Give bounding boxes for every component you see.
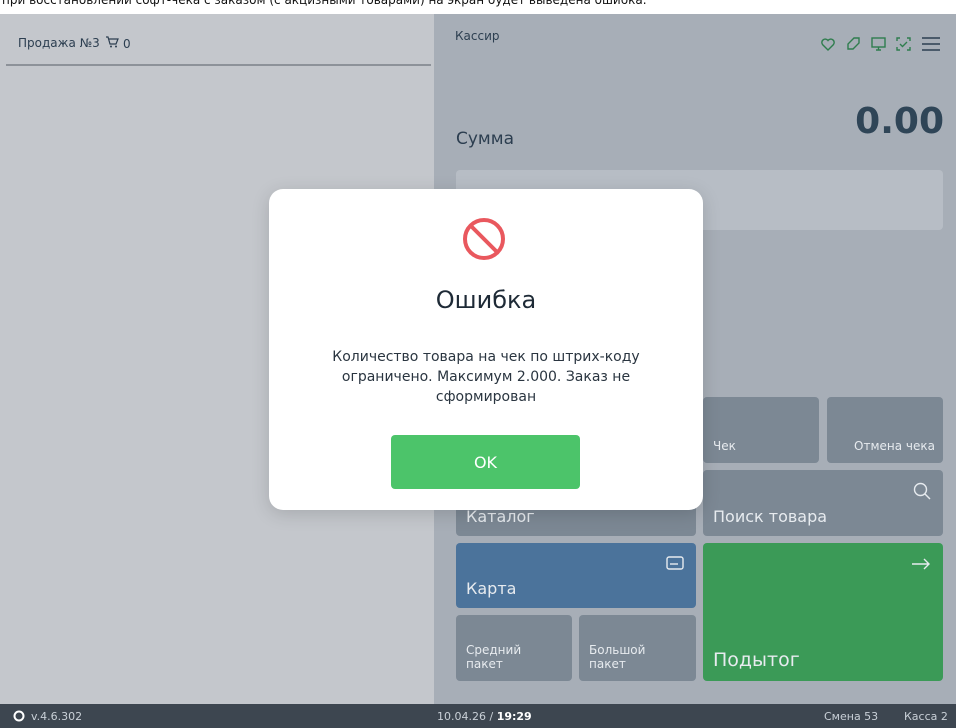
menu-icon[interactable] — [920, 36, 942, 52]
search-product-label: Поиск товара — [713, 507, 828, 526]
sale-title[interactable]: Продажа №3 — [18, 36, 100, 50]
screen: при восстановлении софт-чека с заказом (… — [0, 0, 956, 728]
app-version: v.4.6.302 — [31, 710, 83, 723]
check-label: Чек — [713, 439, 736, 453]
app-logo-icon — [13, 710, 25, 725]
dialog-message: Количество товара на чек по штрих-коду о… — [332, 349, 640, 405]
subtotal-button[interactable]: Подытог — [703, 543, 943, 681]
monitor-icon[interactable] — [870, 36, 886, 52]
datetime-separator: / — [485, 710, 497, 723]
heart-icon[interactable] — [820, 36, 836, 52]
toolbar — [820, 36, 942, 52]
subtotal-label: Подытог — [713, 649, 800, 671]
register-number: Касса 2 — [904, 710, 948, 723]
datetime: 10.04.26 / 19:29 — [437, 710, 532, 723]
role-label: Кассир — [455, 29, 500, 43]
shift-number: Смена 53 — [824, 710, 879, 723]
status-bar: v.4.6.302 10.04.26 / 19:29 Смена 53 Касс… — [0, 704, 956, 728]
search-icon — [913, 482, 931, 504]
ok-button[interactable]: OK — [391, 435, 580, 489]
forbidden-icon — [460, 215, 508, 263]
card-button[interactable]: Карта — [456, 543, 696, 608]
date: 10.04.26 — [437, 710, 486, 723]
cancel-check-button[interactable]: Отмена чека — [827, 397, 943, 463]
arrow-right-icon — [911, 555, 931, 574]
sum-label: Сумма — [456, 129, 514, 149]
dialog-title: Ошибка — [435, 286, 537, 314]
cart-count-value: 0 — [123, 36, 131, 51]
cart-icon — [105, 36, 119, 51]
large-bag-label: Большой пакет — [589, 643, 646, 671]
time: 19:29 — [496, 710, 532, 723]
sum-value: 0.00 — [855, 101, 944, 142]
cancel-check-label: Отмена чека — [854, 439, 935, 453]
error-dialog: Ошибка Количество товара на чек по штрих… — [269, 189, 703, 510]
doc-caption: при восстановлении софт-чека с заказом (… — [0, 0, 956, 8]
medium-bag-button[interactable]: Средний пакет — [456, 615, 572, 681]
card-icon — [666, 555, 684, 574]
card-label: Карта — [466, 579, 517, 598]
scan-icon[interactable] — [895, 36, 911, 52]
tag-icon[interactable] — [845, 36, 861, 52]
cart-count[interactable]: 0 — [105, 36, 131, 51]
check-button[interactable]: Чек — [703, 397, 819, 463]
search-product-button[interactable]: Поиск товара — [703, 470, 943, 536]
large-bag-button[interactable]: Большой пакет — [579, 615, 696, 681]
medium-bag-label: Средний пакет — [466, 643, 522, 671]
cart-header: Продажа №3 0 — [6, 14, 431, 66]
